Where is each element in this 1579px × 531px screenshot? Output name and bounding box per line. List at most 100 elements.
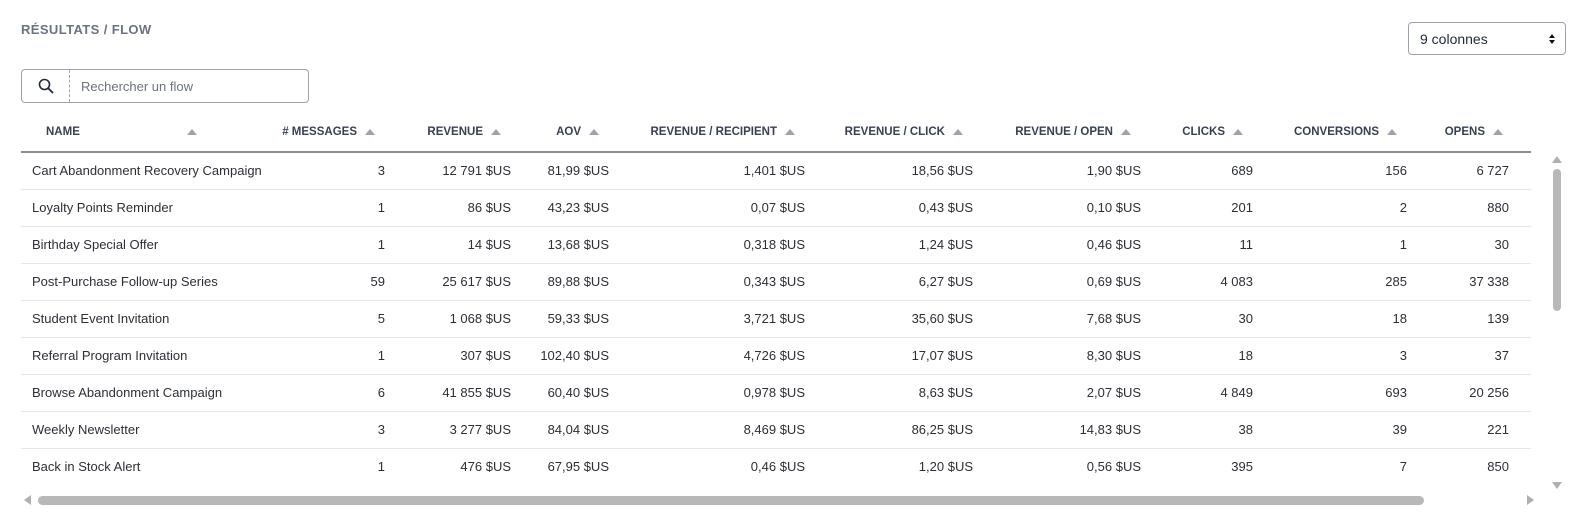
metric-cell: 41 855 $US: [403, 374, 529, 412]
column-header-label: REVENUE / OPEN: [1015, 125, 1113, 138]
scroll-left-arrow-icon[interactable]: [24, 495, 31, 505]
sort-ascending-icon[interactable]: [953, 128, 963, 135]
sort-ascending-icon[interactable]: [1493, 128, 1503, 135]
metric-cell: 7: [1271, 448, 1425, 484]
search-box: [21, 69, 309, 103]
metric-cell: 3: [1271, 337, 1425, 375]
metric-cell: 285: [1271, 263, 1425, 301]
flow-name-cell: Loyalty Points Reminder: [21, 189, 267, 227]
metric-cell: 0,69 $US: [991, 263, 1159, 301]
sort-ascending-icon[interactable]: [1233, 128, 1243, 135]
breadcrumb: RÉSULTATS / FLOW: [21, 22, 152, 37]
metric-cell: 1,24 $US: [823, 226, 991, 264]
column-header[interactable]: CONVERSIONS: [1271, 112, 1425, 152]
metric-cell: 476 $US: [403, 448, 529, 484]
sort-ascending-icon[interactable]: [491, 128, 501, 135]
search-input[interactable]: [70, 70, 300, 102]
metric-cell: 2: [1271, 189, 1425, 227]
table-row[interactable]: Post-Purchase Follow-up Series 59 25 617 $…: [21, 263, 1531, 301]
flow-name-cell: Birthday Special Offer: [21, 226, 267, 264]
metric-cell: 43,23 $US: [529, 189, 627, 227]
sort-ascending-icon[interactable]: [1121, 128, 1131, 135]
metric-cell: 89,88 $US: [529, 263, 627, 301]
table-body: Cart Abandonment Recovery Campaign 3 12 79…: [21, 152, 1531, 484]
vertical-scroll-thumb[interactable]: [1553, 169, 1561, 311]
metric-cell: 0,56 $US: [991, 448, 1159, 484]
scroll-down-arrow-icon[interactable]: [1552, 482, 1562, 489]
column-header[interactable]: REVENUE / RECIPIENT: [627, 112, 823, 152]
metric-cell: 1,20 $US: [823, 448, 991, 484]
metric-cell: 37 338: [1425, 263, 1531, 301]
flow-table: NAME # MESSAGES REVENUE AOV REVENUE / RECIPI…: [21, 112, 1531, 484]
metric-cell: 35,60 $US: [823, 300, 991, 338]
table-row[interactable]: Student Event Invitation 5 1 068 $US 59,33 …: [21, 300, 1531, 338]
flow-name-cell: Weekly Newsletter: [21, 411, 267, 449]
sort-ascending-icon[interactable]: [785, 128, 795, 135]
scroll-up-arrow-icon[interactable]: [1552, 156, 1562, 163]
flow-name-cell: Back in Stock Alert: [21, 448, 267, 484]
column-header[interactable]: OPENS: [1425, 112, 1531, 152]
column-header[interactable]: # MESSAGES: [267, 112, 403, 152]
scroll-right-arrow-icon[interactable]: [1527, 495, 1534, 505]
metric-cell: 12 791 $US: [403, 152, 529, 190]
metric-cell: 18,56 $US: [823, 152, 991, 190]
metric-cell: 14 $US: [403, 226, 529, 264]
metric-cell: 7,68 $US: [991, 300, 1159, 338]
metric-cell: 850: [1425, 448, 1531, 484]
metric-cell: 11: [1159, 226, 1271, 264]
column-header-label: REVENUE / CLICK: [844, 125, 945, 138]
metric-cell: 6,27 $US: [823, 263, 991, 301]
metric-cell: 221: [1425, 411, 1531, 449]
horizontal-scrollbar[interactable]: [21, 493, 1547, 507]
column-count-select[interactable]: 9 colonnes: [1408, 22, 1566, 55]
column-count-value: 9 colonnes: [1420, 30, 1488, 47]
table-row[interactable]: Loyalty Points Reminder 1 86 $US 43,23 $US 0…: [21, 189, 1531, 227]
flow-name-cell: Post-Purchase Follow-up Series: [21, 263, 267, 301]
table-row[interactable]: Birthday Special Offer 1 14 $US 13,68 $US 0,…: [21, 226, 1531, 264]
column-header-label: CLICKS: [1182, 125, 1225, 138]
metric-cell: 0,10 $US: [991, 189, 1159, 227]
table-row[interactable]: Weekly Newsletter 3 3 277 $US 84,04 $US 8,46…: [21, 411, 1531, 449]
metric-cell: 30: [1159, 300, 1271, 338]
vertical-scrollbar[interactable]: [1550, 154, 1564, 490]
metric-cell: 1: [267, 189, 403, 227]
metric-cell: 4 083: [1159, 263, 1271, 301]
horizontal-scroll-thumb[interactable]: [38, 496, 1424, 505]
metric-cell: 1,90 $US: [991, 152, 1159, 190]
metric-cell: 4,726 $US: [627, 337, 823, 375]
metric-cell: 880: [1425, 189, 1531, 227]
metric-cell: 39: [1271, 411, 1425, 449]
table-row[interactable]: Cart Abandonment Recovery Campaign 3 12 79…: [21, 152, 1531, 190]
sort-ascending-icon[interactable]: [589, 128, 599, 135]
metric-cell: 60,40 $US: [529, 374, 627, 412]
metric-cell: 1: [267, 226, 403, 264]
metric-cell: 6 727: [1425, 152, 1531, 190]
metric-cell: 18: [1271, 300, 1425, 338]
metric-cell: 3 277 $US: [403, 411, 529, 449]
column-header[interactable]: AOV: [529, 112, 627, 152]
metric-cell: 201: [1159, 189, 1271, 227]
table-row[interactable]: Back in Stock Alert 1 476 $US 67,95 $US 0,46…: [21, 448, 1531, 484]
column-header-label: REVENUE / RECIPIENT: [650, 125, 777, 138]
metric-cell: 6: [267, 374, 403, 412]
metric-cell: 14,83 $US: [991, 411, 1159, 449]
column-header[interactable]: REVENUE / OPEN: [991, 112, 1159, 152]
column-header[interactable]: CLICKS: [1159, 112, 1271, 152]
column-header[interactable]: NAME: [21, 112, 267, 152]
column-header[interactable]: REVENUE / CLICK: [823, 112, 991, 152]
table-row[interactable]: Browse Abandonment Campaign 6 41 855 $US 60…: [21, 374, 1531, 412]
metric-cell: 18: [1159, 337, 1271, 375]
column-header[interactable]: REVENUE: [403, 112, 529, 152]
search-button[interactable]: [22, 70, 70, 102]
metric-cell: 693: [1271, 374, 1425, 412]
metric-cell: 3: [267, 411, 403, 449]
metric-cell: 3: [267, 152, 403, 190]
table-row[interactable]: Referral Program Invitation 1 307 $US 102,4…: [21, 337, 1531, 375]
sort-ascending-icon[interactable]: [187, 128, 197, 135]
sort-ascending-icon[interactable]: [365, 128, 375, 135]
metric-cell: 0,978 $US: [627, 374, 823, 412]
sort-ascending-icon[interactable]: [1387, 128, 1397, 135]
metric-cell: 1: [1271, 226, 1425, 264]
metric-cell: 689: [1159, 152, 1271, 190]
metric-cell: 8,30 $US: [991, 337, 1159, 375]
